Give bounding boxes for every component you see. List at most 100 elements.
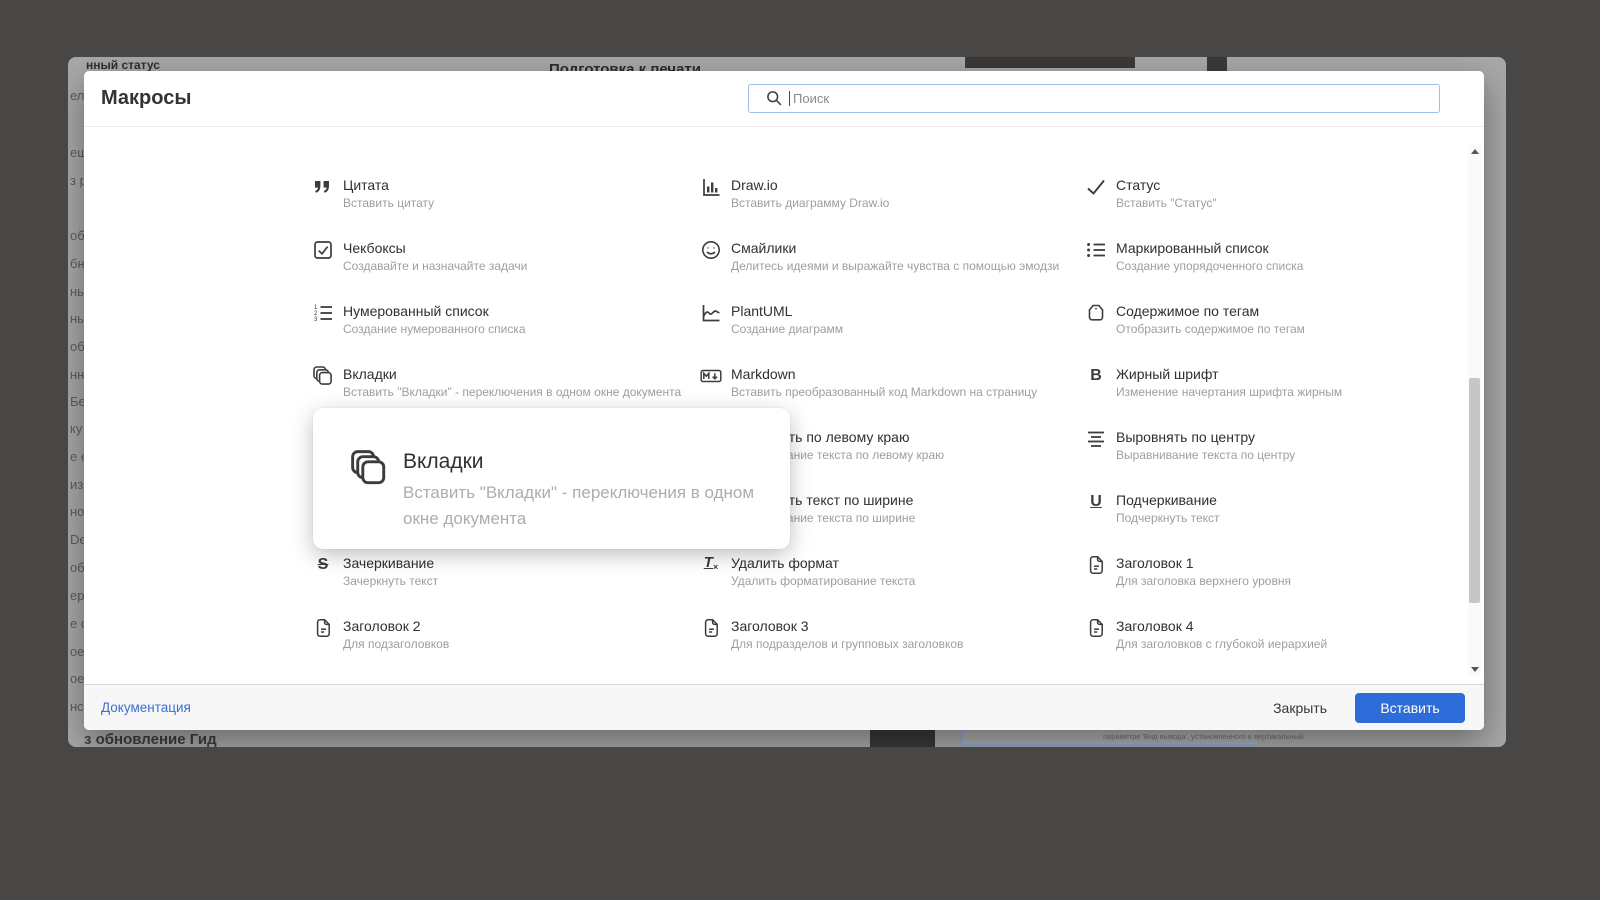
macro-tooltip: Вкладки Вставить "Вкладки" - переключени… [313, 408, 790, 549]
dialog-title: Макросы [101, 87, 192, 109]
macro-item[interactable]: Статус Вставить "Статус" [1085, 176, 1455, 239]
tag-icon [1085, 302, 1107, 324]
macro-item[interactable]: Маркированный список Создание упорядочен… [1085, 239, 1455, 302]
macro-item-desc: Создавайте и назначайте задачи [343, 259, 528, 273]
macro-item-desc: Для подразделов и групповых заголовков [731, 637, 964, 651]
macro-item-title: Заголовок 2 [343, 618, 421, 634]
macro-item-title: Маркированный список [1116, 240, 1269, 256]
macro-item[interactable]: Цитата Вставить цитату [312, 176, 700, 239]
scroll-up-icon[interactable] [1471, 149, 1479, 154]
search-field [748, 84, 1440, 113]
backdrop-text-fragment: из [70, 477, 84, 492]
macro-item-desc: Создание нумерованного списка [343, 322, 526, 336]
macro-item[interactable]: Выровнять по центру Выравнивание текста … [1085, 428, 1455, 491]
backdrop-status-fragment: нный статус [86, 58, 160, 72]
macro-item-desc: Удалить форматирование текста [731, 574, 916, 588]
macro-item-title: Зачеркивание [343, 555, 435, 571]
macro-item-title: Статус [1116, 177, 1161, 193]
heading-doc-icon [1085, 554, 1107, 576]
macro-item-desc: Отобразить содержимое по тегам [1116, 322, 1305, 336]
macro-item[interactable]: U Подчеркивание Подчеркнуть текст [1085, 491, 1455, 554]
documentation-link[interactable]: Документация [101, 700, 191, 715]
scrollbar-thumb[interactable] [1469, 378, 1480, 603]
backdrop-text-fragment: об [70, 560, 85, 575]
backdrop-update-fragment: з обновление Гид [84, 731, 217, 747]
macro-item-desc: Изменение начертания шрифта жирным [1116, 385, 1343, 399]
macros-dialog: Макросы Цитата Вставить цитату Draw.io В… [84, 71, 1484, 730]
checkbox-icon [312, 239, 334, 261]
macro-item-desc: Вставить "Статус" [1116, 196, 1217, 210]
backdrop-text-fragment: нс [70, 699, 84, 714]
search-input[interactable] [748, 84, 1440, 113]
macro-item-title: Заголовок 4 [1116, 618, 1194, 634]
svg-text:3: 3 [314, 317, 318, 323]
macro-item-title: PlantUML [731, 303, 793, 319]
dialog-body: Цитата Вставить цитату Draw.io Вставить … [84, 127, 1484, 684]
macro-item-title: Вкладки [343, 366, 397, 382]
macro-item-title: Draw.io [731, 177, 778, 193]
macro-item-title: Заголовок 1 [1116, 555, 1194, 571]
macro-item[interactable]: Заголовок 4 Для заголовков с глубокой ие… [1085, 617, 1455, 680]
macro-item-desc: Создание упорядоченного списка [1116, 259, 1304, 273]
macro-item[interactable]: PlantUML Создание диаграмм [700, 302, 1085, 365]
macro-item-desc: Подчеркнуть текст [1116, 511, 1220, 525]
macro-item-desc: Выравнивание текста по центру [1116, 448, 1296, 462]
heading-doc-icon [1085, 617, 1107, 639]
app-window: нный статус Подготовка к печати ели ещ з р… [68, 57, 1506, 747]
tooltip-title: Вкладки [403, 450, 484, 473]
backdrop-text-fragment: ое [70, 671, 85, 686]
macro-item-desc: Делитесь идеями и выражайте чувства с по… [731, 259, 1060, 273]
tabs-icon [312, 365, 334, 387]
macro-item[interactable]: Заголовок 1 Для заголовка верхнего уровн… [1085, 554, 1455, 617]
dialog-footer: Документация Закрыть Вставить [84, 684, 1484, 730]
dialog-header: Макросы [84, 71, 1484, 127]
numbered-list-icon: 123 [312, 302, 334, 324]
macro-item[interactable]: T× Удалить формат Удалить форматирование… [700, 554, 1085, 617]
macro-item-desc: Создание диаграмм [731, 322, 844, 336]
macro-item-title: Markdown [731, 366, 796, 382]
macro-item[interactable]: Смайлики Делитесь идеями и выражайте чув… [700, 239, 1085, 302]
underline-icon: U [1090, 493, 1102, 510]
bold-icon: B [1090, 367, 1102, 384]
drawio-chart-icon [700, 176, 722, 198]
backdrop-text-fragment: нн [70, 367, 85, 382]
status-check-icon [1085, 176, 1107, 198]
tabs-icon [349, 448, 389, 488]
macro-item[interactable]: Заголовок 3 Для подразделов и групповых … [700, 617, 1085, 680]
macro-item[interactable]: Заголовок 2 Для подзаголовков [312, 617, 700, 680]
heading-doc-icon [312, 617, 334, 639]
macro-item[interactable]: Draw.io Вставить диаграмму Draw.io [700, 176, 1085, 239]
markdown-icon [700, 365, 722, 387]
backdrop-text-fragment: ер [70, 588, 85, 603]
clear-format-icon: T× [703, 554, 719, 572]
backdrop-param-text-fragment: параметре 'Вид вывода', установленного в… [1103, 732, 1304, 741]
scroll-down-icon[interactable] [1471, 667, 1479, 672]
macro-item[interactable]: 123 Нумерованный список Создание нумеров… [312, 302, 700, 365]
macro-item[interactable]: Содержимое по тегам Отобразить содержимо… [1085, 302, 1455, 365]
backdrop-text-fragment: об [70, 228, 85, 243]
macro-item-desc: Вставить диаграмму Draw.io [731, 196, 890, 210]
macro-item[interactable]: Чекбоксы Создавайте и назначайте задачи [312, 239, 700, 302]
macro-item[interactable]: B Жирный шрифт Изменение начертания шриф… [1085, 365, 1455, 428]
macro-item-title: Жирный шрифт [1116, 366, 1219, 382]
quote-icon [312, 176, 334, 198]
align-center-icon [1085, 428, 1107, 450]
backdrop-text-fragment: ку [70, 421, 83, 436]
macro-item-title: Заголовок 3 [731, 618, 809, 634]
bullet-list-icon [1085, 239, 1107, 261]
backdrop-text-fragment: ое [70, 644, 85, 659]
macro-item-desc: Зачеркнуть текст [343, 574, 439, 588]
macro-item-title: Удалить формат [731, 555, 839, 571]
macro-item-desc: Для подзаголовков [343, 637, 450, 651]
backdrop-text-fragment: нь [70, 284, 84, 299]
macro-item-desc: Вставить преобразованный код Markdown на… [731, 385, 1038, 399]
macro-item-title: Содержимое по тегам [1116, 303, 1260, 319]
macro-item-desc: Для заголовка верхнего уровня [1116, 574, 1291, 588]
backdrop-dark-bar [965, 57, 1135, 68]
scrollbar[interactable] [1468, 145, 1481, 676]
close-button[interactable]: Закрыть [1273, 700, 1327, 716]
insert-button[interactable]: Вставить [1355, 692, 1465, 723]
macro-item[interactable]: S Зачеркивание Зачеркнуть текст [312, 554, 700, 617]
macro-item-desc: Вставить цитату [343, 196, 435, 210]
macro-item-title: Выровнять по центру [1116, 429, 1255, 445]
